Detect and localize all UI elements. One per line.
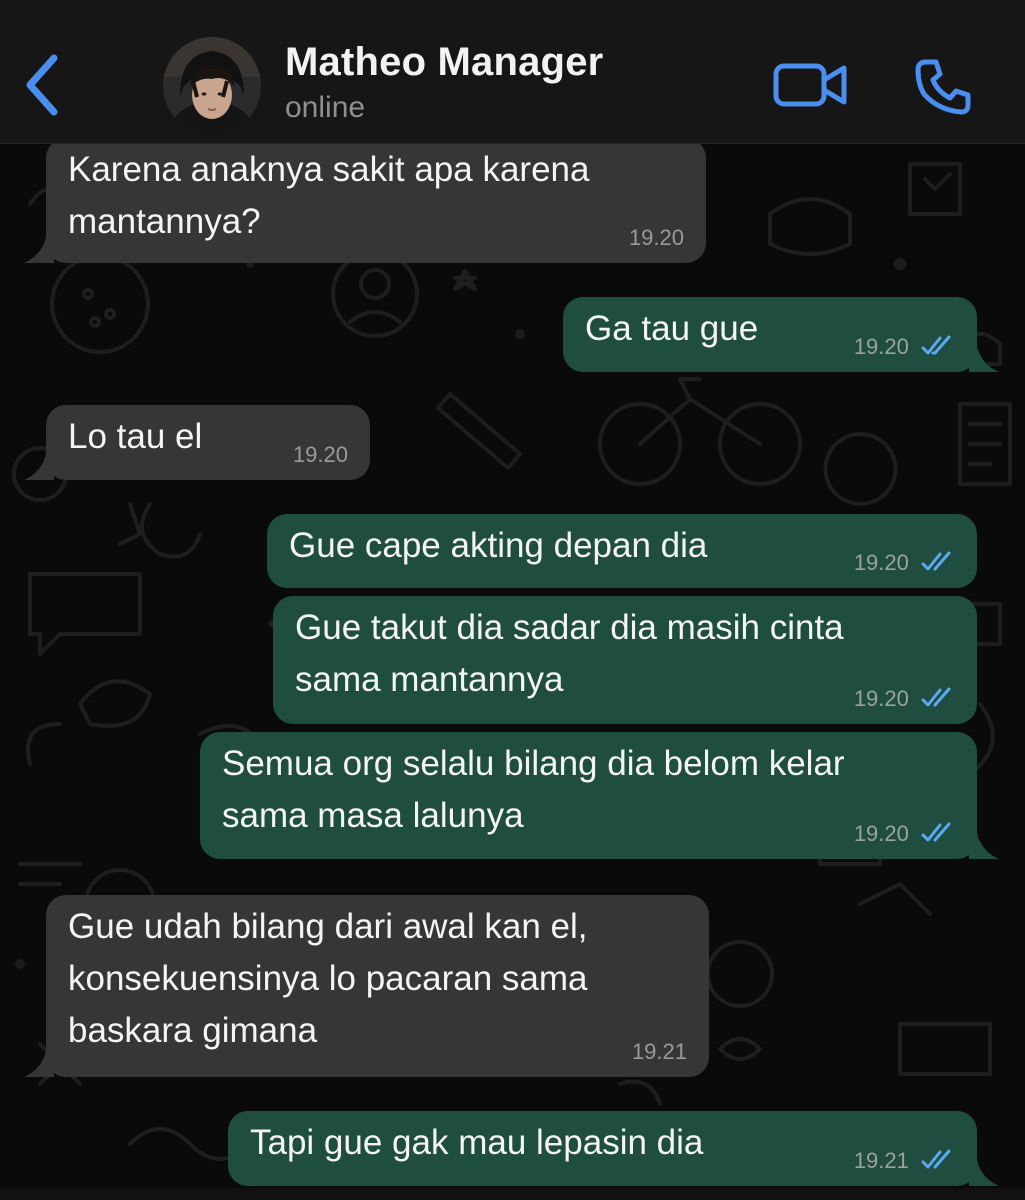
message-time: 19.20: [853, 550, 909, 575]
chat-screen: Matheo Manager online Karena anaknya sak…: [0, 0, 1025, 1200]
bubble-tail: [24, 454, 54, 480]
message-time: 19.21: [853, 1148, 909, 1173]
contact-avatar[interactable]: [163, 37, 261, 135]
message-time: 19.21: [631, 1039, 687, 1064]
message-bubble-incoming[interactable]: Karena anaknya sakit apa karena mantanny…: [24, 144, 706, 263]
double-check-read-icon: [921, 551, 951, 571]
double-check-read-icon: [921, 822, 951, 842]
message-meta: 19.20: [854, 686, 955, 712]
contact-status: online: [285, 91, 366, 124]
message-bubble-outgoing[interactable]: Tapi gue gak mau lepasin dia 19.21: [228, 1111, 999, 1186]
bubble-tail: [969, 346, 999, 372]
message-text: Gue udah bilang dari awal kan el, konsek…: [68, 907, 588, 1050]
double-check-read-icon: [921, 335, 951, 355]
chevron-left-icon: [26, 54, 58, 116]
bubble-tail: [969, 833, 999, 859]
video-call-button[interactable]: [772, 60, 852, 110]
bubble-tail: [24, 237, 54, 263]
video-camera-icon: [773, 63, 847, 107]
message-bubble-outgoing[interactable]: Ga tau gue 19.20: [563, 297, 999, 372]
bubble-tail: [24, 1051, 54, 1077]
bubble-tail: [969, 1160, 999, 1186]
message-bubble-incoming[interactable]: Gue udah bilang dari awal kan el, konsek…: [24, 895, 709, 1077]
message-text: Tapi gue gak mau lepasin dia: [250, 1123, 704, 1162]
message-meta: 19.20: [629, 225, 684, 251]
message-meta: 19.20: [854, 334, 955, 360]
double-check-read-icon: [921, 1149, 951, 1169]
message-text: Semua org selalu bilang dia belom kelar …: [222, 744, 845, 835]
message-bubble-incoming[interactable]: Lo tau el 19.20: [24, 405, 370, 480]
double-check-read-icon: [921, 687, 951, 707]
back-button[interactable]: [18, 50, 68, 120]
message-bubble-outgoing[interactable]: Gue takut dia sadar dia masih cinta sama…: [273, 596, 977, 724]
avatar-photo: [163, 37, 261, 135]
message-time: 19.20: [853, 686, 909, 711]
message-meta: 19.21: [854, 1148, 955, 1174]
message-bubble-outgoing[interactable]: Gue cape akting depan dia 19.20: [267, 514, 977, 588]
message-time: 19.20: [853, 821, 909, 846]
chat-header: Matheo Manager online: [0, 0, 1025, 144]
message-meta: 19.20: [293, 442, 348, 468]
message-time: 19.20: [292, 442, 348, 467]
voice-call-button[interactable]: [912, 56, 974, 118]
message-meta: 19.20: [854, 550, 955, 576]
message-meta: 19.20: [854, 821, 955, 847]
message-list[interactable]: Karena anaknya sakit apa karena mantanny…: [0, 144, 1025, 1188]
message-time: 19.20: [628, 225, 684, 250]
message-meta: 19.21: [632, 1039, 687, 1065]
message-bubble-outgoing[interactable]: Semua org selalu bilang dia belom kelar …: [200, 732, 999, 859]
message-text: Karena anaknya sakit apa karena mantanny…: [68, 150, 590, 241]
message-time: 19.20: [853, 334, 909, 359]
phone-icon: [915, 59, 971, 115]
contact-name[interactable]: Matheo Manager: [285, 40, 603, 85]
bottom-edge: [0, 1188, 1025, 1200]
